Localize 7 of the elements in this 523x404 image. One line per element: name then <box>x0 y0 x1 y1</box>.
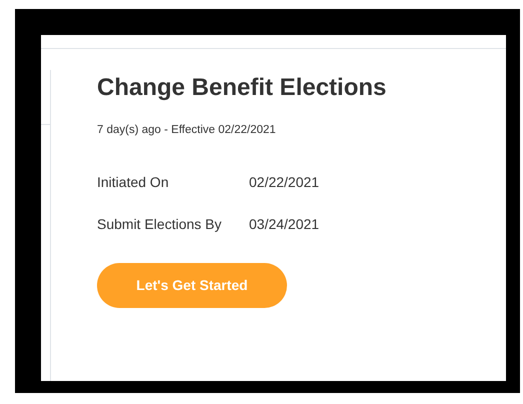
field-value: 02/22/2021 <box>249 173 320 192</box>
page-title: Change Benefit Elections <box>97 73 386 103</box>
status-text: 7 day(s) ago - Effective 02/22/2021 <box>97 123 277 138</box>
start-button[interactable]: Let's Get Started <box>97 263 287 308</box>
field-value: 03/24/2021 <box>249 215 320 234</box>
field-label: Initiated On <box>97 173 170 192</box>
field-label: Submit Elections By <box>97 215 222 234</box>
